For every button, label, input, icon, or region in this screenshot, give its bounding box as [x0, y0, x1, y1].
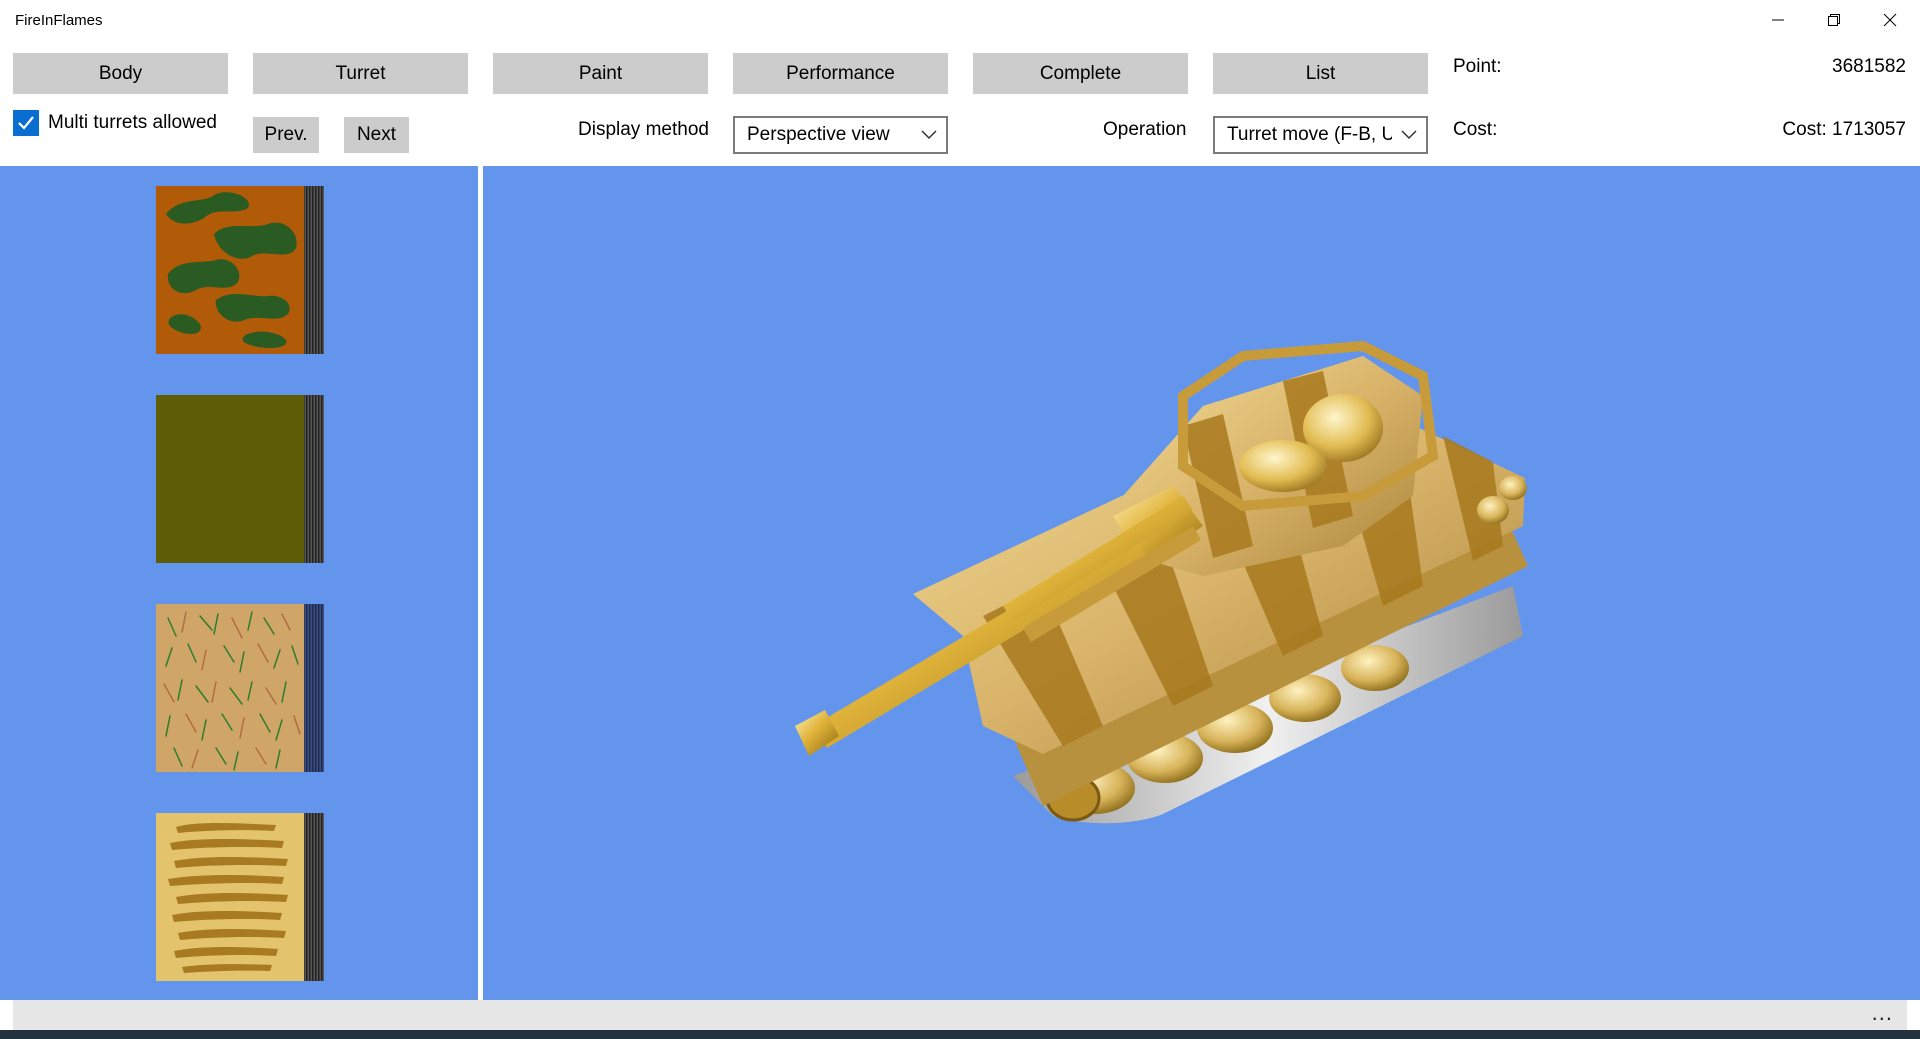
close-icon[interactable] [1862, 0, 1918, 40]
paint-swatch-green-camo[interactable] [156, 186, 324, 354]
chevron-down-icon [912, 118, 946, 152]
taskbar [0, 1030, 1920, 1039]
minimize-icon[interactable] [1750, 0, 1806, 40]
restore-icon[interactable] [1806, 0, 1862, 40]
chevron-down-icon [1392, 118, 1426, 152]
display-method-value: Perspective view [747, 124, 890, 145]
tab-complete[interactable]: Complete [973, 53, 1188, 94]
operation-select[interactable]: Turret move (F-B, U [1213, 116, 1428, 154]
point-label: Point: [1453, 56, 1502, 77]
title-bar: FireInFlames [0, 0, 1920, 40]
paint-swatch-scribble[interactable] [156, 604, 324, 772]
tab-turret[interactable]: Turret [253, 53, 468, 94]
tab-body[interactable]: Body [13, 53, 228, 94]
cost-label: Cost: [1453, 119, 1498, 140]
checkmark-icon [18, 116, 34, 130]
paint-swatch-stripes[interactable] [156, 813, 324, 981]
app-title: FireInFlames [15, 12, 103, 29]
status-bar: ... [13, 1000, 1907, 1030]
tab-list[interactable]: List [1213, 53, 1428, 94]
more-icon[interactable]: ... [1872, 1000, 1893, 1026]
multi-turrets-label: Multi turrets allowed [48, 112, 217, 133]
paint-swatch-olive[interactable] [156, 395, 324, 563]
tab-performance[interactable]: Performance [733, 53, 948, 94]
multi-turrets-checkbox[interactable] [13, 110, 39, 136]
point-value: 3681582 [1832, 56, 1906, 77]
operation-label: Operation [1103, 119, 1187, 140]
3d-viewport[interactable] [483, 166, 1920, 1000]
next-button[interactable]: Next [344, 117, 409, 153]
display-method-label: Display method [578, 119, 709, 140]
operation-value: Turret move (F-B, U [1227, 124, 1392, 145]
cost-value: Cost: 1713057 [1782, 119, 1906, 140]
tab-paint[interactable]: Paint [493, 53, 708, 94]
prev-button[interactable]: Prev. [253, 117, 319, 153]
tank-model [795, 340, 1528, 824]
display-method-select[interactable]: Perspective view [733, 116, 948, 154]
paint-list-panel [0, 166, 478, 1000]
